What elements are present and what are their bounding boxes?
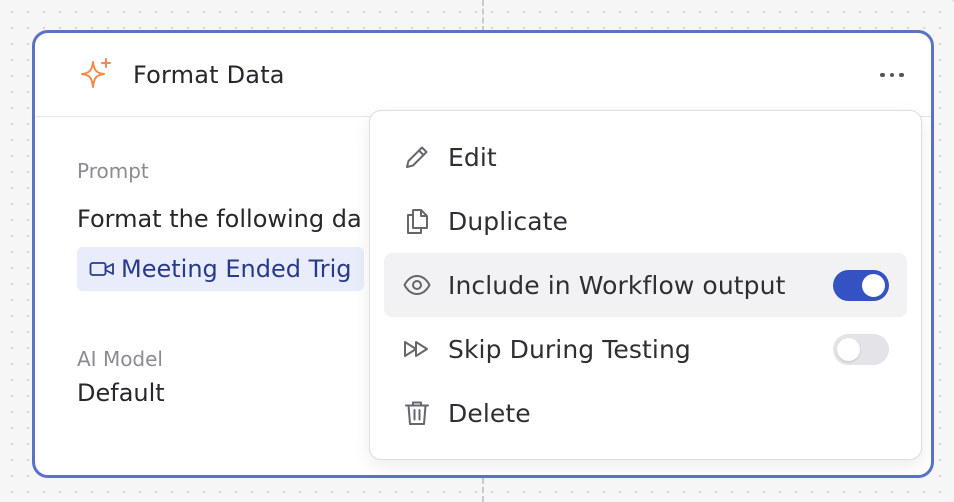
menu-item-edit[interactable]: Edit <box>384 125 907 189</box>
fast-forward-icon <box>404 341 428 357</box>
menu-item-label: Edit <box>448 142 497 172</box>
toggle-knob <box>862 274 885 297</box>
menu-item-label: Include in Workflow output <box>448 270 786 300</box>
menu-item-label: Delete <box>448 398 531 428</box>
connector-handle[interactable] <box>950 0 954 2</box>
skip-testing-toggle[interactable] <box>833 334 889 365</box>
dot-icon <box>880 72 885 78</box>
dot-icon <box>889 72 895 78</box>
menu-item-duplicate[interactable]: Duplicate <box>384 189 907 253</box>
menu-item-label: Duplicate <box>448 206 569 236</box>
more-options-button[interactable] <box>875 61 909 89</box>
menu-item-delete[interactable]: Delete <box>384 381 907 445</box>
pencil-icon <box>406 146 428 168</box>
node-context-menu: Edit Duplicate Include in Workflow outpu… <box>369 110 922 460</box>
menu-item-label: Skip During Testing <box>448 334 691 364</box>
include-output-toggle[interactable] <box>833 270 889 301</box>
variable-chip-label: Meeting Ended Trig <box>121 255 352 283</box>
dot-icon <box>899 72 904 78</box>
connector-line-bottom <box>482 478 484 502</box>
connector-line-top <box>482 0 954 32</box>
duplicate-icon <box>407 209 428 234</box>
node-header: Format Data <box>35 33 931 117</box>
menu-item-skip-testing[interactable]: Skip During Testing <box>384 317 907 381</box>
sparkle-icon <box>81 57 111 88</box>
node-title: Format Data <box>133 60 285 89</box>
eye-icon <box>403 275 431 295</box>
menu-item-include-in-output[interactable]: Include in Workflow output <box>384 253 907 317</box>
trash-icon <box>405 401 429 425</box>
toggle-knob <box>837 338 860 361</box>
variable-chip[interactable]: Meeting Ended Trig <box>77 247 364 291</box>
video-icon <box>89 262 114 276</box>
